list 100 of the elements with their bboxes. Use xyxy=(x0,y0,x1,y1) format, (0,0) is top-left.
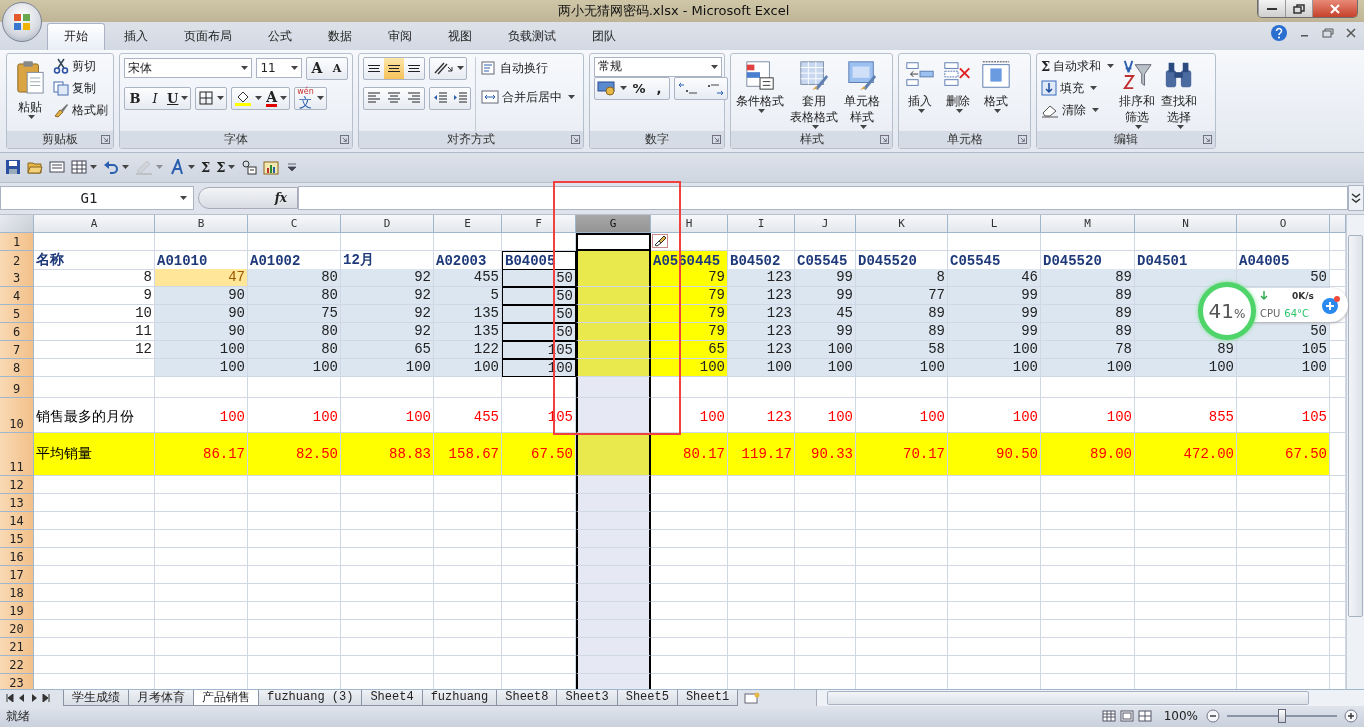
help-icon[interactable] xyxy=(1270,23,1288,42)
bold-button[interactable]: B xyxy=(125,87,145,109)
formula-function-button[interactable]: fx xyxy=(198,187,298,210)
fill-button[interactable]: 填充 xyxy=(1041,78,1115,98)
sheet-tab[interactable]: Sheet5 xyxy=(616,690,678,706)
zoom-level[interactable]: 100% xyxy=(1163,709,1198,724)
dialog-launcher-icon xyxy=(880,134,889,144)
toolbar-button[interactable]: Σ xyxy=(215,159,237,175)
customize-icon[interactable] xyxy=(288,163,297,172)
slider-thumb[interactable] xyxy=(1278,709,1286,724)
percent-button[interactable]: % xyxy=(629,77,649,99)
ribbon-tab[interactable]: 开始 xyxy=(47,22,105,50)
vertical-scrollbar[interactable] xyxy=(1346,214,1364,689)
toolbar-button[interactable] xyxy=(4,159,22,176)
angled-text-icon xyxy=(432,60,454,77)
delete-button[interactable]: 删除 xyxy=(941,56,975,131)
sheet-tab[interactable]: Sheet1 xyxy=(676,690,739,706)
find-select-button[interactable]: 查找和 选择 xyxy=(1160,56,1199,131)
ribbon-tab[interactable]: 审阅 xyxy=(371,22,429,50)
paste-button[interactable]: 粘贴 xyxy=(11,56,49,131)
table-cell xyxy=(728,565,795,584)
underline-button[interactable]: U xyxy=(165,87,191,109)
toolbar-button[interactable] xyxy=(70,159,98,176)
sheet-tab[interactable]: fuzhuang (3) xyxy=(258,690,363,706)
name-box[interactable]: G1 xyxy=(0,186,194,211)
office-button[interactable] xyxy=(2,2,42,42)
font-size-field[interactable]: 11 xyxy=(256,58,302,79)
sheet-tab[interactable]: fuzhuang xyxy=(421,690,498,706)
clear-button[interactable]: 清除 xyxy=(1041,100,1115,120)
table-cell xyxy=(728,511,795,530)
shrink-font-button[interactable]: A xyxy=(327,57,347,79)
row-header[interactable]: 10 xyxy=(0,397,34,433)
expand-icon[interactable] xyxy=(1348,185,1364,212)
ribbon-tab[interactable]: 数据 xyxy=(311,22,369,50)
table-cell xyxy=(434,232,502,251)
toolbar-button[interactable]: Σ xyxy=(200,159,212,175)
conditional-format-button[interactable]: 条件格式 xyxy=(735,56,785,131)
cell-style-button[interactable]: 单元格 样式 xyxy=(843,56,881,131)
scroll-thumb[interactable] xyxy=(1348,234,1363,617)
close-button[interactable] xyxy=(1312,0,1357,17)
cut-button[interactable]: 剪切 xyxy=(53,56,108,76)
sheet-tab[interactable]: Sheet4 xyxy=(361,690,423,706)
copy-button[interactable]: 复制 xyxy=(53,78,108,98)
zoom-slider[interactable] xyxy=(1227,709,1337,724)
number-format-field[interactable]: 常规 xyxy=(594,56,722,77)
toolbar-button[interactable] xyxy=(240,159,259,176)
restore-icon[interactable] xyxy=(1322,27,1334,38)
close-icon[interactable] xyxy=(1346,27,1356,38)
row-header[interactable]: 9 xyxy=(0,376,34,398)
wrap-text-button[interactable]: 自动换行 xyxy=(481,58,575,78)
sheet-tab[interactable]: Sheet3 xyxy=(556,690,618,706)
italic-button[interactable]: I xyxy=(145,87,165,109)
row-header[interactable]: 11 xyxy=(0,432,34,476)
phonetic-button[interactable]: wén 文 xyxy=(295,87,326,109)
merge-center-button[interactable]: 合并后居中 xyxy=(481,87,575,107)
sheet-tab[interactable]: 产品销售 xyxy=(193,690,259,706)
autosum-button[interactable]: Σ 自动求和 xyxy=(1041,56,1115,76)
page-layout-icon[interactable] xyxy=(1119,710,1134,723)
logo-icon xyxy=(12,12,32,32)
grow-font-button[interactable]: A xyxy=(307,57,327,79)
horizontal-scrollbar[interactable] xyxy=(816,690,1364,706)
scroll-thumb[interactable] xyxy=(827,691,1310,705)
sort-filter-button[interactable]: 排序和 筛选 xyxy=(1118,56,1157,131)
table-cell xyxy=(434,637,502,656)
ribbon-tab[interactable]: 页面布局 xyxy=(167,22,249,50)
table-icon xyxy=(798,58,830,91)
align-middle-button[interactable] xyxy=(384,57,404,79)
table-cell: 100 xyxy=(248,397,341,433)
zoom-in-icon[interactable] xyxy=(1344,709,1358,724)
table-cell: 88.83 xyxy=(341,432,434,476)
ribbon-tab[interactable]: 负载测试 xyxy=(491,22,573,50)
comma-button[interactable]: , xyxy=(649,77,669,99)
group-title: 样式 xyxy=(799,130,824,148)
left-arrow-icon[interactable] xyxy=(18,694,26,702)
right-arrow-icon[interactable] xyxy=(30,694,38,702)
ribbon-tab[interactable]: 团队 xyxy=(575,22,633,50)
ribbon-tab[interactable]: 公式 xyxy=(251,22,309,50)
insert-button[interactable]: 插入 xyxy=(903,56,937,131)
format-painter-button[interactable]: 格式刷 xyxy=(53,100,108,120)
ribbon-tab[interactable]: 视图 xyxy=(431,22,489,50)
ribbon-tab[interactable]: 插入 xyxy=(107,22,165,50)
font-name-field[interactable]: 宋体 xyxy=(124,58,253,79)
right-arrow-icon[interactable] xyxy=(42,694,50,702)
sheet-tab[interactable]: 月考体育 xyxy=(128,690,194,706)
page-break-icon[interactable] xyxy=(1137,710,1152,723)
table-cell xyxy=(728,547,795,566)
minimize-button[interactable] xyxy=(1258,0,1285,17)
sheet-tab[interactable]: 学生成绩 xyxy=(63,690,129,706)
table-format-button[interactable]: 套用 表格格式 xyxy=(789,56,839,131)
normal-view-icon[interactable] xyxy=(1101,710,1116,723)
table-cell: 472.00 xyxy=(1135,432,1237,476)
left-arrow-icon[interactable] xyxy=(6,694,14,702)
sheet-tab[interactable]: Sheet8 xyxy=(496,690,558,706)
format-button[interactable]: 格式 xyxy=(979,56,1013,131)
formula-input[interactable] xyxy=(298,186,1348,211)
table-cell: 89 xyxy=(1041,268,1135,287)
plus-icon[interactable] xyxy=(1320,295,1342,315)
table-cell xyxy=(434,529,502,548)
zoom-out-icon[interactable] xyxy=(1206,709,1220,724)
restore-button[interactable] xyxy=(1285,0,1312,17)
